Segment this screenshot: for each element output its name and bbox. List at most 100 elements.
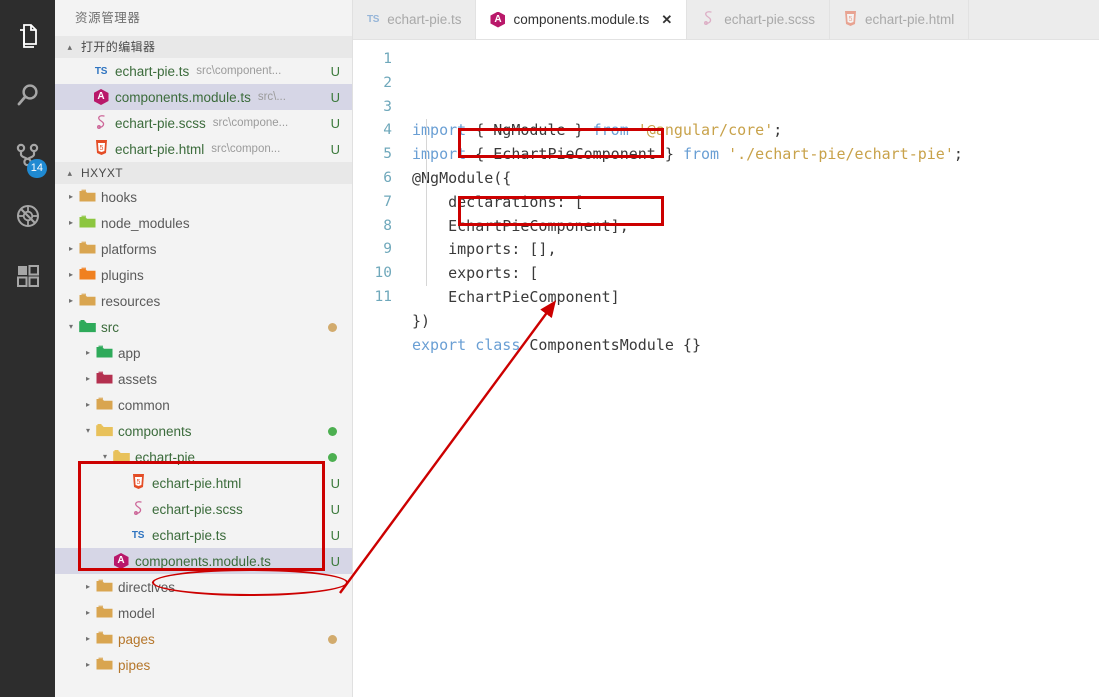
chevron-down-icon[interactable]: ▾ (99, 444, 111, 470)
folder-icon (96, 579, 113, 596)
tree-folder-row[interactable]: ▸ model (55, 600, 352, 626)
tree-folder-row[interactable]: ▸ resources (55, 288, 352, 314)
scss-icon (94, 114, 109, 133)
editor-tab[interactable]: TS echart-pie.ts (353, 0, 477, 39)
tab-label: echart-pie.html (865, 12, 955, 27)
open-editor-item[interactable]: 5 echart-pie.html src\compon... U (55, 136, 352, 162)
tree-item-label: hooks (101, 189, 138, 205)
tree-item-label: assets (118, 371, 158, 387)
tab-file-icon: 5 (844, 10, 857, 29)
chevron-right-icon[interactable]: ▸ (65, 262, 77, 288)
code-line: imports: [], (412, 238, 1099, 262)
folder-type-icon (94, 423, 114, 440)
folder-icon (96, 345, 113, 362)
folder-open-icon (78, 319, 96, 336)
editor-tab[interactable]: components.module.ts ✕ (476, 0, 688, 39)
editor-area: TS echart-pie.ts components.module.ts ✕ echa… (353, 0, 1099, 697)
folder-type-icon (77, 241, 97, 258)
chevron-down-icon: ▴ (67, 168, 73, 178)
code-token: { NgModule } (466, 121, 593, 140)
tree-item-label: model (118, 605, 155, 621)
open-editors-header[interactable]: ▴ 打开的编辑器 (55, 36, 352, 58)
tree-folder-row[interactable]: ▸ directives (55, 574, 352, 600)
tree-folder-row[interactable]: ▸ hooks (55, 184, 352, 210)
chevron-right-icon[interactable]: ▸ (82, 652, 94, 678)
code-token: '@angular/core' (637, 121, 774, 140)
sidebar-item-extensions[interactable] (0, 246, 55, 306)
tree-item-label: resources (101, 293, 161, 309)
chevron-down-icon[interactable]: ▾ (82, 418, 94, 444)
line-number: 1 (383, 51, 392, 67)
chevron-right-icon[interactable]: ▸ (65, 288, 77, 314)
tree-folder-row[interactable]: ▸ common (55, 392, 352, 418)
open-editors-label: 打开的编辑器 (81, 40, 156, 54)
code-line: @NgModule({ (412, 167, 1099, 191)
tree-folder-row[interactable]: ▾ components (55, 418, 352, 444)
code-token: ; (773, 121, 783, 140)
code-line: declarations: [ (412, 191, 1099, 215)
tree-folder-row[interactable]: ▸ plugins (55, 262, 352, 288)
file-tree: ▸ hooks ▸ node_modules ▸ platforms ▸ plugins ▸ re… (55, 184, 352, 678)
sidebar-item-source-control[interactable]: 14 (0, 126, 55, 186)
project-header[interactable]: ▴ HXYXT (55, 162, 352, 184)
tree-folder-row[interactable]: ▸ node_modules (55, 210, 352, 236)
line-number-gutter: 1 2 3 4 5 6 7 8 9 10 11 (353, 48, 400, 697)
tree-folder-row[interactable]: ▾ src (55, 314, 352, 340)
open-editor-filename: echart-pie.html (115, 141, 205, 157)
tree-folder-row[interactable]: ▸ assets (55, 366, 352, 392)
sidebar-item-debug[interactable] (0, 186, 55, 246)
open-editor-item[interactable]: components.module.ts src\... U (55, 84, 352, 110)
code-token: { EchartPieComponent } (466, 145, 683, 164)
code-content[interactable]: import { NgModule } from '@angular/core'… (400, 48, 1099, 697)
tree-file-row[interactable]: TS echart-pie.ts U (55, 522, 352, 548)
folder-icon (96, 371, 113, 388)
tree-item-label: pipes (118, 657, 151, 673)
tree-item-label: echart-pie.scss (152, 501, 243, 517)
open-editor-path: src\... (257, 91, 286, 103)
tree-item-label: echart-pie.ts (152, 527, 227, 543)
chevron-right-icon[interactable]: ▸ (82, 392, 94, 418)
chevron-right-icon[interactable]: ▸ (82, 366, 94, 392)
folder-type-icon (94, 605, 114, 622)
tree-item-label: echart-pie.html (152, 475, 242, 491)
chevron-right-icon[interactable]: ▸ (65, 236, 77, 262)
tree-item-label: app (118, 345, 141, 361)
tree-file-row[interactable]: echart-pie.scss U (55, 496, 352, 522)
tree-folder-row[interactable]: ▸ pages (55, 626, 352, 652)
tree-file-row[interactable]: components.module.ts U (55, 548, 352, 574)
editor-tab[interactable]: echart-pie.scss (687, 0, 831, 39)
chevron-right-icon[interactable]: ▸ (82, 340, 94, 366)
tree-folder-row[interactable]: ▾ echart-pie (55, 444, 352, 470)
file-type-icon (91, 89, 111, 105)
sidebar-item-search[interactable] (0, 66, 55, 126)
folder-icon (96, 631, 113, 648)
svg-text:5: 5 (99, 145, 103, 152)
tree-folder-row[interactable]: ▸ platforms (55, 236, 352, 262)
chevron-right-icon[interactable]: ▸ (82, 574, 94, 600)
tree-file-row[interactable]: 5 echart-pie.html U (55, 470, 352, 496)
code-editor[interactable]: 1 2 3 4 5 6 7 8 9 10 11 import { NgModule } from '… (353, 40, 1099, 697)
open-editor-item[interactable]: echart-pie.scss src\compone... U (55, 110, 352, 136)
code-line: }) (412, 310, 1099, 334)
git-status-badge: U (330, 141, 340, 157)
git-status-badge: U (330, 63, 340, 79)
angular-icon (113, 553, 129, 569)
chevron-right-icon[interactable]: ▸ (65, 184, 77, 210)
line-number: 10 (374, 265, 392, 282)
folder-type-icon (94, 579, 114, 596)
editor-tab[interactable]: 5 echart-pie.html (830, 0, 970, 39)
close-icon[interactable]: ✕ (661, 12, 672, 28)
open-editor-item[interactable]: TS echart-pie.ts src\component... U (55, 58, 352, 84)
chevron-down-icon[interactable]: ▾ (65, 314, 77, 340)
tab-label: echart-pie.scss (724, 12, 816, 27)
sidebar-item-explorer[interactable] (0, 6, 55, 66)
file-type-icon: TS (91, 66, 111, 77)
chevron-right-icon[interactable]: ▸ (82, 626, 94, 652)
tab-file-icon: TS (367, 14, 379, 25)
folder-type-icon (94, 657, 114, 674)
tree-folder-row[interactable]: ▸ pipes (55, 652, 352, 678)
chevron-right-icon[interactable]: ▸ (65, 210, 77, 236)
chevron-right-icon[interactable]: ▸ (82, 600, 94, 626)
tree-folder-row[interactable]: ▸ app (55, 340, 352, 366)
